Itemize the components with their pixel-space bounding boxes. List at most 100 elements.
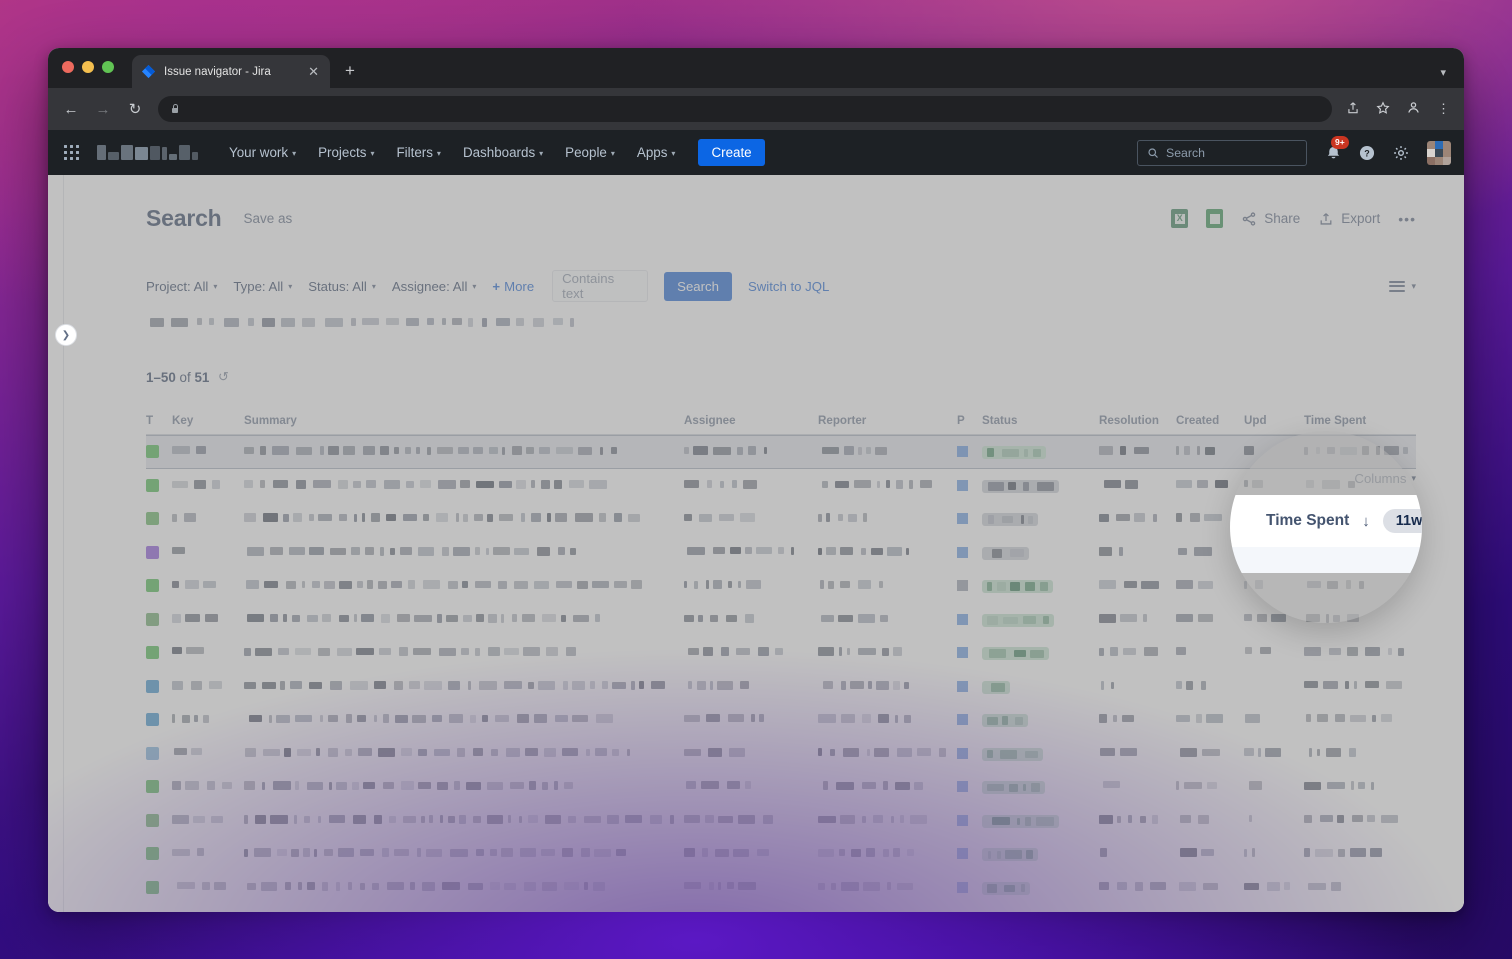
- column-header-reporter[interactable]: Reporter: [818, 414, 866, 427]
- nav-label: Apps: [636, 145, 668, 160]
- cell-assignee: [684, 580, 808, 589]
- filter-bar: Project: All ▾ Type: All ▾ Status: All ▾…: [146, 270, 1416, 302]
- table-row[interactable]: [146, 536, 1416, 570]
- nav-item-apps[interactable]: Apps ▾: [628, 138, 685, 167]
- nav-item-people[interactable]: People ▾: [556, 138, 624, 167]
- avatar[interactable]: [1427, 140, 1451, 165]
- bookmark-star-icon[interactable]: [1376, 100, 1390, 118]
- company-logo[interactable]: [97, 145, 198, 160]
- nav-item-projects[interactable]: Projects ▾: [309, 138, 383, 167]
- cell-priority: [957, 781, 972, 792]
- column-header-updated[interactable]: Upd: [1244, 414, 1267, 427]
- table-row[interactable]: [146, 670, 1416, 704]
- table-row[interactable]: [146, 871, 1416, 905]
- more-actions-button[interactable]: •••: [1398, 211, 1416, 227]
- table-row[interactable]: [146, 804, 1416, 838]
- search-button[interactable]: Search: [664, 271, 732, 301]
- filter-assignee[interactable]: Assignee: All ▾: [392, 279, 477, 294]
- cell-reporter: [818, 680, 947, 690]
- cell-resolution: [1099, 848, 1166, 857]
- help-button[interactable]: ?: [1358, 144, 1376, 162]
- google-sheets-icon[interactable]: [1206, 209, 1224, 228]
- issue-type-icon: [146, 746, 159, 760]
- forward-icon[interactable]: →: [94, 101, 112, 118]
- issue-type-icon: [146, 713, 159, 726]
- column-header-time_spent[interactable]: Time Spent: [1304, 414, 1366, 427]
- add-more-filters-button[interactable]: + More: [492, 279, 534, 294]
- reload-icon[interactable]: ↻: [126, 100, 144, 118]
- table-row[interactable]: [146, 770, 1416, 804]
- close-window-button[interactable]: [62, 61, 74, 73]
- export-button[interactable]: Export: [1318, 211, 1380, 227]
- browser-tab[interactable]: Issue navigator - Jira ✕: [132, 55, 330, 88]
- share-icon[interactable]: [1346, 101, 1360, 118]
- column-header-priority[interactable]: P: [957, 414, 965, 427]
- switch-to-jql-link[interactable]: Switch to JQL: [748, 279, 829, 294]
- global-search-input[interactable]: Search: [1137, 139, 1307, 166]
- jira-diamond-icon: [141, 64, 156, 79]
- cell-resolution: [1099, 580, 1166, 589]
- column-header-type[interactable]: T: [146, 414, 153, 427]
- issue-type-icon: [146, 646, 159, 659]
- cell-summary: [244, 881, 674, 891]
- view-options-button[interactable]: ▾: [1389, 280, 1416, 292]
- cell-priority: [957, 446, 972, 457]
- save-as-button[interactable]: Save as: [244, 211, 293, 226]
- nav-item-dashboards[interactable]: Dashboards ▾: [454, 138, 552, 167]
- table-row[interactable]: [146, 904, 1416, 912]
- filter-status[interactable]: Status: All ▾: [308, 279, 376, 294]
- excel-icon[interactable]: [1171, 209, 1189, 228]
- cell-reporter: [818, 513, 947, 522]
- notification-badge: 9+: [1331, 136, 1349, 149]
- contains-text-input[interactable]: Contains text: [552, 270, 649, 302]
- new-tab-icon[interactable]: +: [345, 61, 355, 88]
- table-row[interactable]: [146, 737, 1416, 771]
- create-button[interactable]: Create: [698, 139, 765, 166]
- notifications-button[interactable]: 9+: [1325, 136, 1349, 161]
- table-row[interactable]: [146, 837, 1416, 871]
- close-tab-icon[interactable]: ✕: [306, 63, 321, 80]
- browser-tab-title: Issue navigator - Jira: [164, 65, 271, 78]
- jira-page-body: ❯ Search Save as Share: [48, 175, 1464, 912]
- table-row[interactable]: [146, 469, 1416, 503]
- table-row[interactable]: [146, 569, 1416, 603]
- issue-type-icon: [146, 478, 159, 492]
- refresh-icon[interactable]: ↻: [218, 369, 229, 385]
- app-switcher-icon[interactable]: [64, 145, 79, 160]
- table-row[interactable]: [146, 636, 1416, 670]
- table-row[interactable]: [146, 435, 1416, 469]
- cell-assignee: [684, 479, 808, 489]
- address-bar[interactable]: [158, 96, 1332, 122]
- back-icon[interactable]: ←: [62, 101, 80, 118]
- cell-resolution: [1099, 513, 1166, 522]
- nav-item-filters[interactable]: Filters ▾: [387, 138, 449, 177]
- table-row[interactable]: [146, 703, 1416, 737]
- cell-updated: [1244, 781, 1294, 790]
- cell-priority: [957, 546, 972, 558]
- nav-item-your-work[interactable]: Your work ▾: [220, 138, 305, 167]
- filter-project[interactable]: Project: All ▾: [146, 279, 217, 294]
- cell-created: [1176, 881, 1234, 891]
- share-button[interactable]: Share: [1241, 211, 1300, 227]
- column-header-resolution[interactable]: Resolution: [1099, 414, 1159, 427]
- cell-priority: [957, 647, 972, 658]
- browser-menu-icon[interactable]: ⋮: [1437, 101, 1450, 117]
- column-header-status[interactable]: Status: [982, 414, 1017, 427]
- column-header-summary[interactable]: Summary: [244, 414, 297, 427]
- maximize-window-button[interactable]: [102, 61, 114, 73]
- filter-type[interactable]: Type: All ▾: [233, 279, 292, 294]
- status-badge: [982, 680, 1010, 694]
- table-row[interactable]: [146, 502, 1416, 536]
- minimize-window-button[interactable]: [82, 61, 94, 73]
- table-row[interactable]: [146, 603, 1416, 637]
- cell-priority: [957, 747, 972, 759]
- issue-type-icon: [146, 813, 159, 827]
- cell-assignee: [684, 613, 808, 623]
- column-header-created[interactable]: Created: [1176, 414, 1219, 427]
- column-header-key[interactable]: Key: [172, 414, 193, 427]
- profile-icon[interactable]: [1406, 100, 1421, 118]
- sidebar-expand-button[interactable]: ❯: [55, 324, 77, 346]
- settings-button[interactable]: [1392, 144, 1410, 162]
- chevron-down-icon[interactable]: ▾: [1440, 66, 1446, 79]
- column-header-assignee[interactable]: Assignee: [684, 414, 736, 427]
